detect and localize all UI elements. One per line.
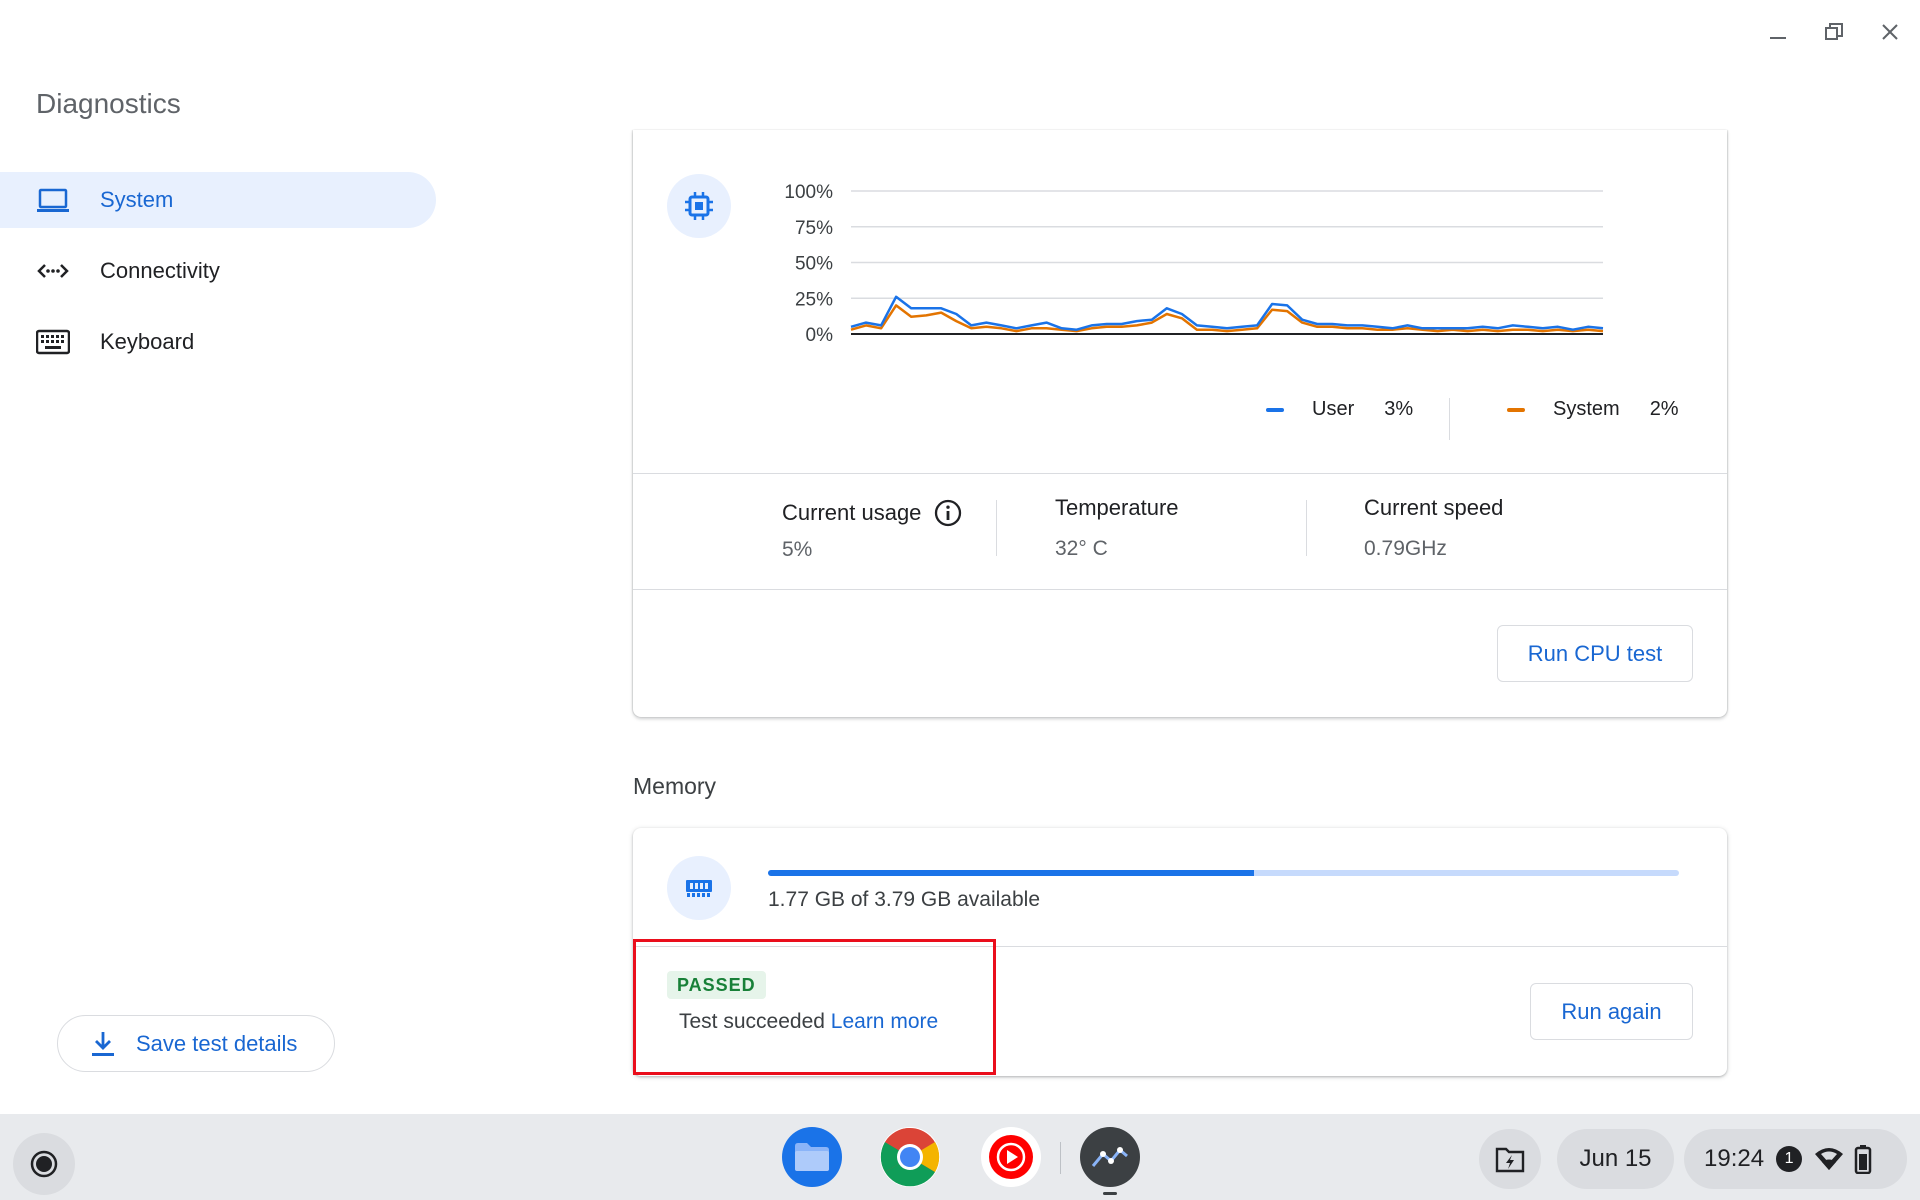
y-tick-label: 0% xyxy=(806,325,834,346)
diagnostics-window: Diagnostics System Connectivity Keyboard… xyxy=(0,0,1920,1200)
current-speed-value: 0.79GHz xyxy=(1364,537,1447,560)
laptop-icon xyxy=(36,183,70,217)
diagnostics-app-icon xyxy=(1091,1147,1128,1167)
stat-divider xyxy=(996,500,997,556)
current-usage-stat: Current usage 5% xyxy=(782,498,963,562)
cpu-card: 100% 75% 50% 25% 0% User 3% System 2% Curren… xyxy=(633,130,1727,717)
legend-user-swatch xyxy=(1266,407,1284,412)
y-tick-label: 100% xyxy=(784,182,833,203)
annotation-highlight-box xyxy=(633,939,996,1075)
minimize-button[interactable] xyxy=(1758,14,1798,50)
shelf: Jun 15 19:24 1 xyxy=(0,1114,1920,1200)
legend-system-label: System xyxy=(1553,398,1620,420)
app-title: Diagnostics xyxy=(36,88,181,119)
memory-section-title: Memory xyxy=(633,773,717,799)
legend-user: User 3% xyxy=(1266,398,1413,421)
current-usage-label-row: Current usage xyxy=(782,498,963,528)
legend-system-swatch xyxy=(1507,407,1525,412)
youtube-music-app[interactable] xyxy=(981,1127,1041,1187)
current-speed-stat: Current speed 0.79GHz xyxy=(1364,495,1503,561)
launcher-icon xyxy=(30,1150,58,1178)
current-speed-label: Current speed xyxy=(1364,495,1504,520)
save-test-details-button[interactable]: Save test details xyxy=(57,1015,335,1072)
download-icon xyxy=(92,1031,114,1056)
cpu-usage-chart: 100% 75% 50% 25% 0% xyxy=(784,182,1604,346)
launcher-button[interactable] xyxy=(13,1133,75,1195)
keyboard-icon xyxy=(36,325,70,359)
chrome-app[interactable] xyxy=(880,1127,940,1187)
shelf-divider xyxy=(1060,1142,1061,1174)
y-tick-label: 25% xyxy=(795,289,833,310)
temperature-value: 32° C xyxy=(1055,537,1108,560)
restore-icon xyxy=(1825,23,1843,40)
sidebar-item-label: Connectivity xyxy=(100,258,220,283)
sidebar-item-connectivity[interactable]: Connectivity xyxy=(0,243,436,299)
memory-usage-bar-fill xyxy=(768,870,1254,876)
minimize-icon xyxy=(1770,37,1786,39)
sidebar-item-label: Keyboard xyxy=(100,329,195,354)
temperature-stat: Temperature 32° C xyxy=(1055,495,1179,561)
legend-divider xyxy=(1449,398,1450,440)
temperature-label: Temperature xyxy=(1055,495,1179,520)
current-usage-label: Current usage xyxy=(782,500,922,525)
chrome-app-icon xyxy=(880,1127,940,1187)
running-indicator xyxy=(1103,1192,1117,1195)
sidebar-item-system[interactable]: System xyxy=(0,172,436,228)
legend-system-value: 2% xyxy=(1649,398,1679,420)
legend-user-value: 3% xyxy=(1384,398,1414,420)
legend-system: System 2% xyxy=(1507,398,1679,421)
legend-user-label: User xyxy=(1312,398,1355,420)
cpu-divider-top xyxy=(633,473,1727,474)
memory-available-text: 1.77 GB of 3.79 GB available xyxy=(768,888,1041,911)
cpu-chip-icon xyxy=(667,174,731,238)
sidebar-item-keyboard[interactable]: Keyboard xyxy=(0,314,436,370)
clock-time: 19:24 xyxy=(1704,1145,1765,1172)
stat-divider xyxy=(1306,500,1307,556)
battery-icon xyxy=(1854,1145,1872,1174)
run-again-button[interactable]: Run again xyxy=(1530,983,1693,1040)
y-tick-label: 50% xyxy=(795,254,833,275)
diagnostics-app[interactable] xyxy=(1080,1127,1140,1187)
wifi-icon xyxy=(1815,1148,1844,1170)
restore-button[interactable] xyxy=(1814,14,1854,50)
youtube-music-app-icon xyxy=(989,1135,1033,1179)
run-cpu-test-button[interactable]: Run CPU test xyxy=(1497,625,1693,682)
memory-usage-bar xyxy=(768,870,1679,876)
memory-chip-icon xyxy=(667,856,731,920)
cpu-divider-bottom xyxy=(633,589,1727,590)
files-app[interactable] xyxy=(782,1127,842,1187)
notification-count-badge: 1 xyxy=(1776,1146,1803,1172)
holding-space-icon xyxy=(1495,1147,1525,1173)
close-icon xyxy=(1882,24,1898,40)
close-button[interactable] xyxy=(1870,14,1910,50)
save-test-details-label: Save test details xyxy=(136,1030,298,1056)
current-usage-value: 5% xyxy=(782,538,813,561)
holding-space-button[interactable] xyxy=(1479,1129,1541,1189)
connectivity-icon xyxy=(36,254,70,288)
files-app-icon xyxy=(795,1143,829,1171)
status-area[interactable]: 19:24 1 xyxy=(1684,1129,1907,1189)
sidebar: System Connectivity Keyboard xyxy=(0,172,440,385)
y-tick-label: 75% xyxy=(795,218,833,239)
sidebar-item-label: System xyxy=(100,187,174,212)
info-icon[interactable] xyxy=(933,498,963,528)
date-tray[interactable]: Jun 15 xyxy=(1557,1129,1674,1189)
